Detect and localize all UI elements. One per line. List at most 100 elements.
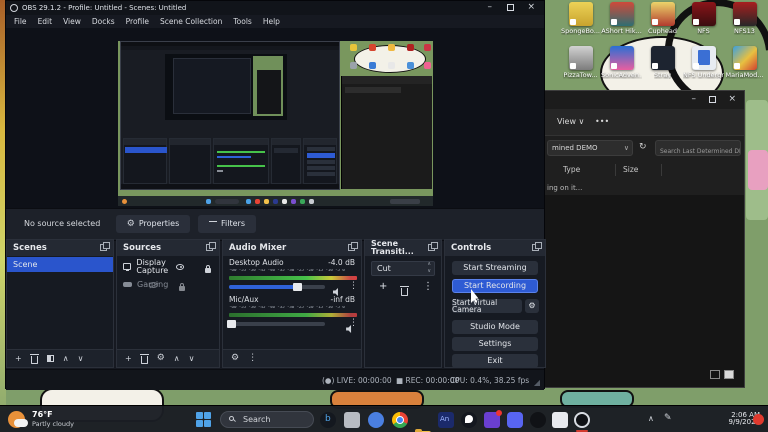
start-button[interactable] <box>196 412 211 427</box>
discord-icon[interactable] <box>507 412 523 428</box>
source-list-item[interactable]: Display Capture <box>117 258 219 274</box>
mixer-settings-icon[interactable]: ⚙ <box>231 354 239 363</box>
move-scene-down-icon[interactable]: ∨ <box>78 354 84 363</box>
task-view-icon[interactable] <box>344 412 360 428</box>
source-properties-gear-icon[interactable]: ⚙ <box>157 354 165 363</box>
move-source-up-icon[interactable]: ∧ <box>174 354 180 363</box>
start-recording-button[interactable]: Start Recording <box>452 279 538 293</box>
epic-games-icon[interactable] <box>530 412 546 428</box>
obs-taskbar-icon[interactable] <box>574 412 590 428</box>
chrome-icon[interactable] <box>392 412 408 428</box>
remove-transition-icon[interactable] <box>400 286 409 296</box>
remove-scene-icon[interactable] <box>29 353 39 364</box>
close-icon[interactable]: × <box>728 95 736 104</box>
transition-options-dots-icon[interactable]: ⋮ <box>423 282 433 292</box>
add-source-button[interactable]: + <box>125 354 132 363</box>
settings-button[interactable]: Settings <box>452 337 538 351</box>
maximize-icon[interactable] <box>709 96 716 103</box>
desktop-icon[interactable]: Cuphead <box>642 2 683 45</box>
visibility-eye-off-icon[interactable] <box>149 281 159 288</box>
weather-temp[interactable]: 76°F <box>32 411 53 419</box>
messenger-icon[interactable] <box>461 412 477 428</box>
close-icon[interactable]: × <box>527 3 535 12</box>
menu-help[interactable]: Help <box>263 18 280 26</box>
lock-icon[interactable] <box>179 282 186 291</box>
resize-grip[interactable]: ◢ <box>534 379 540 387</box>
popout-icon[interactable] <box>206 242 216 251</box>
add-scene-button[interactable]: + <box>15 354 22 363</box>
desktop-icon[interactable]: NFS <box>683 2 724 45</box>
scenes-header[interactable]: Scenes <box>7 240 113 256</box>
chat-icon[interactable] <box>368 412 384 428</box>
menu-scene-collection[interactable]: Scene Collection <box>160 18 222 26</box>
channel-options-dots-icon[interactable]: ⋮ <box>349 319 358 328</box>
popout-icon[interactable] <box>532 242 542 251</box>
scene-list-item[interactable]: Scene <box>7 257 113 272</box>
studio-mode-button[interactable]: Studio Mode <box>452 320 538 334</box>
mixer-options-dots-icon[interactable]: ⋮ <box>248 354 257 363</box>
menu-tools[interactable]: Tools <box>233 18 251 26</box>
refresh-icon[interactable]: ↻ <box>639 143 647 152</box>
properties-button[interactable]: ⚙ Properties <box>116 215 190 233</box>
slider-handle[interactable] <box>293 283 303 291</box>
maximize-icon[interactable] <box>507 4 514 11</box>
explorer-search-input[interactable]: Search Last Determined DE... <box>655 140 741 156</box>
popout-icon[interactable] <box>348 242 358 251</box>
obs-titlebar[interactable]: OBS 29.1.2 - Profile: Untitled - Scenes:… <box>6 1 544 15</box>
medal-icon[interactable] <box>484 410 502 428</box>
transition-select[interactable]: Cut ∧ ∨ <box>371 261 435 276</box>
column-header-size[interactable]: Size <box>623 166 638 174</box>
popout-icon[interactable] <box>428 242 438 251</box>
menu-profile[interactable]: Profile <box>126 18 149 26</box>
chevron-down-icon[interactable]: ∨ <box>624 145 629 152</box>
explorer-file-list[interactable] <box>543 195 744 387</box>
desktop-icon[interactable]: AShort Hik... <box>601 2 642 45</box>
move-scene-up-icon[interactable]: ∧ <box>63 354 69 363</box>
animate-icon[interactable]: An <box>438 412 454 428</box>
desktop-icon[interactable]: PizzaTow... <box>560 46 601 89</box>
thumbnail-view-icon[interactable] <box>724 370 734 379</box>
desktop-icon[interactable]: NFS13 <box>724 2 765 45</box>
menu-docks[interactable]: Docks <box>92 18 115 26</box>
move-source-down-icon[interactable]: ∨ <box>189 354 195 363</box>
address-bar[interactable]: mined DEMO ∨ <box>547 140 633 156</box>
menu-edit[interactable]: Edit <box>38 18 53 26</box>
explorer-titlebar[interactable]: – × <box>543 91 744 109</box>
slider-handle[interactable] <box>226 320 236 328</box>
transitions-header[interactable]: Scene Transiti... <box>365 240 441 256</box>
start-streaming-button[interactable]: Start Streaming <box>452 261 538 275</box>
pen-icon[interactable]: ✎ <box>664 414 672 423</box>
column-divider[interactable] <box>615 164 616 176</box>
notification-badge[interactable] <box>753 414 764 425</box>
details-view-icon[interactable] <box>710 370 720 379</box>
sources-header[interactable]: Sources <box>117 240 219 256</box>
channel-options-dots-icon[interactable]: ⋮ <box>349 282 358 291</box>
menu-file[interactable]: File <box>14 18 27 26</box>
scene-filters-icon[interactable] <box>46 355 54 362</box>
popout-icon[interactable] <box>100 242 110 251</box>
exit-button[interactable]: Exit <box>452 354 538 368</box>
taskbar-search[interactable]: Search <box>220 411 314 428</box>
desktop-icon[interactable]: SpongeBo... <box>560 2 601 45</box>
tray-chevron-up-icon[interactable]: ∧ <box>648 415 654 423</box>
desktop-icon[interactable]: Stray <box>642 46 683 89</box>
bing-icon[interactable]: b <box>320 412 336 428</box>
minimize-icon[interactable]: – <box>692 95 697 104</box>
column-divider[interactable] <box>661 164 662 176</box>
preview-canvas[interactable] <box>118 41 433 206</box>
filters-button[interactable]: Filters <box>198 215 256 233</box>
desktop-icon[interactable]: SonicAdven... <box>601 46 642 89</box>
lock-icon[interactable] <box>205 264 211 273</box>
start-virtual-camera-button[interactable]: Start Virtual Camera <box>452 298 522 313</box>
view-menu-button[interactable]: View ∨ <box>557 118 584 126</box>
minimize-icon[interactable]: – <box>488 3 493 12</box>
mixer-header[interactable]: Audio Mixer <box>223 240 361 256</box>
desktop-icon[interactable]: MariaMod... <box>724 46 765 89</box>
column-header-type[interactable]: Type <box>563 166 580 174</box>
add-transition-button[interactable]: + <box>379 282 387 292</box>
notes-app-icon[interactable] <box>552 412 568 428</box>
stepper-up-icon[interactable]: ∧ <box>427 262 431 267</box>
menu-view[interactable]: View <box>63 18 81 26</box>
desktop-icon[interactable]: NFS Underground <box>683 46 724 89</box>
remove-source-icon[interactable] <box>139 353 149 364</box>
